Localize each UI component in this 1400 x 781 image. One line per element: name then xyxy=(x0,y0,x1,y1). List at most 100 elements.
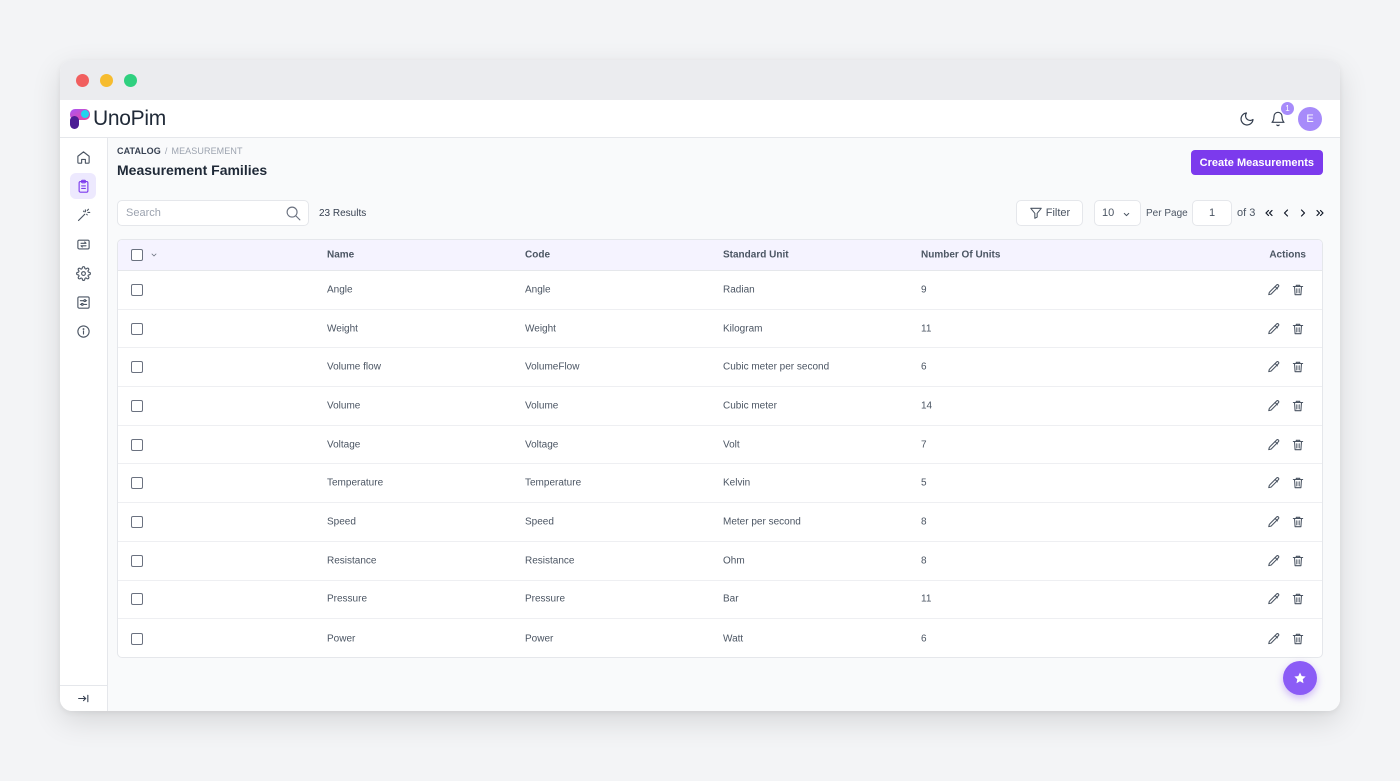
pencil-icon xyxy=(1268,554,1280,566)
edit-button[interactable] xyxy=(1266,631,1282,647)
row-checkbox[interactable] xyxy=(131,515,143,528)
row-select-control xyxy=(131,515,143,528)
breadcrumb-catalog[interactable]: Catalog xyxy=(117,146,161,156)
create-measurements-button[interactable]: Create Measurements xyxy=(1190,150,1323,175)
cell-name: Volume flow xyxy=(327,361,381,373)
sidebar-item-configuration[interactable] xyxy=(70,289,96,315)
favorites-button[interactable] xyxy=(1283,661,1317,695)
cell-standard-unit: Ohm xyxy=(723,555,745,567)
maximize-window-button[interactable] xyxy=(124,74,137,87)
browser-window: UnoPim 1 E CATALOG / MEASUREMENT Measure… xyxy=(60,60,1340,711)
search-input[interactable] xyxy=(118,201,278,225)
table-row: Angle Angle Radian 9 xyxy=(118,271,1322,310)
row-actions xyxy=(1258,359,1306,375)
edit-button[interactable] xyxy=(1266,359,1282,375)
search-icon[interactable] xyxy=(285,205,302,227)
row-checkbox[interactable] xyxy=(131,283,143,296)
select-all-control xyxy=(131,249,158,261)
select-all-checkbox[interactable] xyxy=(131,249,143,261)
user-avatar[interactable]: E xyxy=(1298,107,1322,131)
first-page-button[interactable] xyxy=(1260,204,1277,221)
cell-name: Speed xyxy=(327,516,356,528)
row-checkbox[interactable] xyxy=(131,438,143,451)
cell-code: Resistance xyxy=(525,555,575,567)
pagination-controls xyxy=(1260,204,1328,221)
delete-button[interactable] xyxy=(1290,282,1306,298)
edit-button[interactable] xyxy=(1266,514,1282,530)
delete-button[interactable] xyxy=(1290,437,1306,453)
edit-button[interactable] xyxy=(1266,591,1282,607)
row-select-control xyxy=(131,593,143,606)
table-row: Pressure Pressure Bar 11 xyxy=(118,581,1322,620)
minimize-window-button[interactable] xyxy=(100,74,113,87)
table-row: Speed Speed Meter per second 8 xyxy=(118,503,1322,542)
delete-button[interactable] xyxy=(1290,398,1306,414)
column-header-number-of-units[interactable]: Number Of Units xyxy=(921,250,1000,261)
cell-number-of-units: 11 xyxy=(921,593,932,605)
row-checkbox[interactable] xyxy=(131,399,143,412)
collapse-arrow-icon xyxy=(78,694,89,703)
cell-name: Volume xyxy=(327,400,361,412)
row-checkbox[interactable] xyxy=(131,477,143,490)
cell-standard-unit: Kilogram xyxy=(723,323,763,335)
sidebar-item-data-transfer[interactable] xyxy=(70,202,96,228)
sidebar-item-catalog[interactable] xyxy=(70,173,96,199)
edit-button[interactable] xyxy=(1266,475,1282,491)
row-checkbox[interactable] xyxy=(131,632,143,645)
delete-button[interactable] xyxy=(1290,475,1306,491)
app-logo[interactable]: UnoPim xyxy=(70,108,166,130)
column-header-name[interactable]: Name xyxy=(327,250,354,261)
delete-button[interactable] xyxy=(1290,591,1306,607)
sidebar-collapse-button[interactable] xyxy=(60,685,107,711)
filter-button[interactable]: Filter xyxy=(1016,200,1083,226)
last-page-button[interactable] xyxy=(1311,204,1328,221)
edit-button[interactable] xyxy=(1266,553,1282,569)
row-checkbox[interactable] xyxy=(131,361,143,374)
column-header-code[interactable]: Code xyxy=(525,250,550,261)
previous-page-button[interactable] xyxy=(1277,204,1294,221)
sidebar-item-dashboard[interactable] xyxy=(70,144,96,170)
edit-button[interactable] xyxy=(1266,398,1282,414)
cell-name: Weight xyxy=(327,323,358,335)
home-icon xyxy=(76,150,90,164)
close-window-button[interactable] xyxy=(76,74,89,87)
cell-number-of-units: 7 xyxy=(921,439,927,451)
next-page-button[interactable] xyxy=(1294,204,1311,221)
dark-mode-toggle[interactable] xyxy=(1236,108,1258,130)
row-actions xyxy=(1258,437,1306,453)
delete-button[interactable] xyxy=(1290,631,1306,647)
trash-icon xyxy=(1292,516,1304,528)
cell-code: Temperature xyxy=(525,477,582,489)
row-actions xyxy=(1258,321,1306,337)
filter-icon xyxy=(1029,207,1042,219)
pencil-icon xyxy=(1268,438,1280,450)
delete-button[interactable] xyxy=(1290,514,1306,530)
page-number-input[interactable] xyxy=(1192,200,1232,226)
row-checkbox[interactable] xyxy=(131,593,143,606)
delete-button[interactable] xyxy=(1290,321,1306,337)
table-row: Temperature Temperature Kelvin 5 xyxy=(118,464,1322,504)
delete-button[interactable] xyxy=(1290,553,1306,569)
cell-standard-unit: Cubic meter xyxy=(723,400,777,412)
sidebar-item-settings[interactable] xyxy=(70,260,96,286)
sidebar-item-help[interactable] xyxy=(70,318,96,344)
cell-name: Pressure xyxy=(327,593,368,605)
column-header-standard-unit[interactable]: Standard Unit xyxy=(723,250,789,261)
edit-button[interactable] xyxy=(1266,437,1282,453)
edit-button[interactable] xyxy=(1266,321,1282,337)
sidebar-item-import-export[interactable] xyxy=(70,231,96,257)
window-titlebar xyxy=(60,60,1340,100)
trash-icon xyxy=(1292,555,1304,566)
per-page-select[interactable]: 10 xyxy=(1094,200,1141,226)
notifications-button[interactable]: 1 xyxy=(1267,102,1294,130)
pencil-icon xyxy=(1268,322,1280,334)
row-checkbox[interactable] xyxy=(131,322,143,335)
row-checkbox[interactable] xyxy=(131,554,143,567)
unopim-logo-icon xyxy=(70,109,90,129)
cell-code: Volume xyxy=(525,400,559,412)
pencil-icon xyxy=(1268,361,1280,373)
breadcrumb: Catalog / Measurement xyxy=(117,146,243,156)
delete-button[interactable] xyxy=(1290,359,1306,375)
edit-button[interactable] xyxy=(1266,282,1282,298)
cell-standard-unit: Kelvin xyxy=(723,477,751,489)
